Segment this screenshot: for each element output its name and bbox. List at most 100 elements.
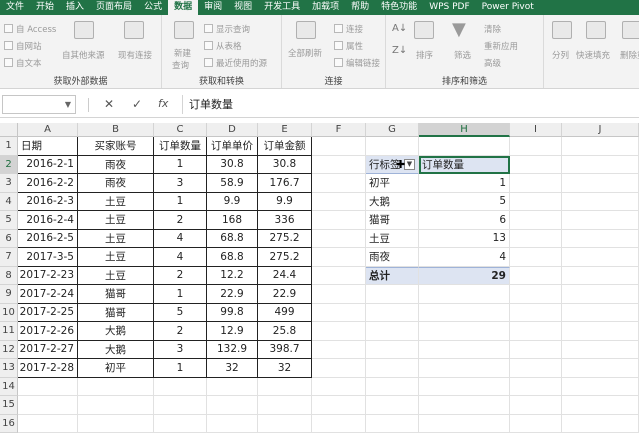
cell-empty[interactable] [510,303,562,322]
cell-empty[interactable] [510,340,562,359]
table-row-cell[interactable]: 9.9 [258,192,312,211]
row-header-9[interactable]: 9 [0,285,18,304]
table-row-cell[interactable]: 1 [154,155,207,174]
row-header-6[interactable]: 6 [0,229,18,248]
row-header-2[interactable]: 2 [0,155,18,174]
menu-tab-10[interactable]: 帮助 [345,0,375,15]
cell-empty[interactable] [562,248,639,267]
cell-empty[interactable] [312,285,366,304]
cancel-icon[interactable]: ✕ [104,97,114,111]
cell-empty[interactable] [562,155,639,174]
table-row-cell[interactable]: 275.2 [258,229,312,248]
table-row-cell[interactable]: 2 [154,266,207,285]
table-row-cell[interactable]: 2017-2-25 [18,303,78,322]
from-access-button[interactable]: 自 Access [16,23,56,35]
table-row-cell[interactable]: 1 [154,285,207,304]
cell-empty[interactable] [312,174,366,193]
cell-empty[interactable] [510,322,562,341]
cell-empty[interactable] [419,414,510,433]
cell-empty[interactable] [312,359,366,378]
column-header-A[interactable]: A [18,123,78,137]
row-header-10[interactable]: 10 [0,303,18,322]
row-header-1[interactable]: 1 [0,137,18,156]
filter-button[interactable]: 筛选 [454,49,471,61]
table-row-cell[interactable]: 12.2 [207,266,258,285]
table-row-cell[interactable]: 猫哥 [78,285,154,304]
table-row-cell[interactable]: 土豆 [78,211,154,230]
cell-empty[interactable] [366,414,419,433]
row-header-7[interactable]: 7 [0,248,18,267]
row-header-13[interactable]: 13 [0,359,18,378]
existing-connections-button[interactable]: 现有连接 [118,49,152,61]
insert-function-icon[interactable]: fx [158,97,168,110]
cell-empty[interactable] [312,340,366,359]
cell-empty[interactable] [562,414,639,433]
pivot-row-label-header[interactable]: 行标签 ▼ [366,155,419,174]
table-row-cell[interactable]: 398.7 [258,340,312,359]
row-header-14[interactable]: 14 [0,377,18,396]
table-row-cell[interactable]: 1 [154,359,207,378]
cell-empty[interactable] [562,192,639,211]
cell-empty[interactable] [510,414,562,433]
cell-empty[interactable] [258,414,312,433]
table-header-cell[interactable]: 订单金额 [258,137,312,156]
row-header-15[interactable]: 15 [0,396,18,415]
pivot-row-label[interactable]: 土豆 [366,229,419,248]
table-row-cell[interactable]: 4 [154,229,207,248]
table-row-cell[interactable]: 176.7 [258,174,312,193]
row-header-11[interactable]: 11 [0,322,18,341]
table-row-cell[interactable]: 土豆 [78,266,154,285]
cell-empty[interactable] [510,155,562,174]
cell-empty[interactable] [154,396,207,415]
sort-button[interactable]: 排序 [416,49,433,61]
chevron-down-icon[interactable]: ▼ [65,100,71,109]
table-row-cell[interactable]: 3 [154,340,207,359]
cell-empty[interactable] [366,322,419,341]
table-header-cell[interactable]: 订单数量 [154,137,207,156]
cell-empty[interactable] [258,377,312,396]
pivot-row-value[interactable]: 6 [419,211,510,230]
column-header-C[interactable]: C [154,123,207,137]
table-row-cell[interactable]: 24.4 [258,266,312,285]
select-all-corner[interactable] [0,123,18,137]
menu-tab-12[interactable]: WPS PDF [423,0,475,15]
cell-empty[interactable] [154,377,207,396]
formula-input[interactable]: 订单数量 [182,95,637,114]
name-box[interactable]: ▼ [2,95,76,114]
pivot-row-value[interactable]: 4 [419,248,510,267]
table-row-cell[interactable]: 30.8 [207,155,258,174]
sort-desc-icon[interactable]: Z↓ [392,45,407,56]
table-row-cell[interactable]: 32 [258,359,312,378]
table-row-cell[interactable]: 大鹅 [78,340,154,359]
clear-button[interactable]: 清除 [484,23,501,35]
table-row-cell[interactable]: 2016-2-5 [18,229,78,248]
table-row-cell[interactable]: 2016-2-2 [18,174,78,193]
menu-tab-13[interactable]: Power Pivot [476,0,540,15]
cell-empty[interactable] [510,396,562,415]
menu-tab-8[interactable]: 开发工具 [258,0,306,15]
cell-empty[interactable] [419,137,510,156]
row-header-12[interactable]: 12 [0,340,18,359]
cell-empty[interactable] [366,340,419,359]
table-row-cell[interactable]: 30.8 [258,155,312,174]
row-header-16[interactable]: 16 [0,414,18,433]
table-row-cell[interactable]: 22.9 [207,285,258,304]
enter-check-icon[interactable]: ✓ [132,97,142,111]
properties-button[interactable]: 属性 [346,40,363,52]
row-header-8[interactable]: 8 [0,266,18,285]
cell-empty[interactable] [510,211,562,230]
cell-empty[interactable] [419,285,510,304]
cell-empty[interactable] [312,137,366,156]
menu-tab-9[interactable]: 加载项 [306,0,345,15]
cell-empty[interactable] [312,303,366,322]
cell-empty[interactable] [366,377,419,396]
cell-empty[interactable] [366,137,419,156]
table-row-cell[interactable]: 12.9 [207,322,258,341]
cell-empty[interactable] [562,211,639,230]
cell-empty[interactable] [419,377,510,396]
cell-empty[interactable] [312,229,366,248]
cell-empty[interactable] [207,377,258,396]
cell-empty[interactable] [312,155,366,174]
cell-empty[interactable] [366,396,419,415]
show-queries-button[interactable]: 显示查询 [216,23,250,35]
